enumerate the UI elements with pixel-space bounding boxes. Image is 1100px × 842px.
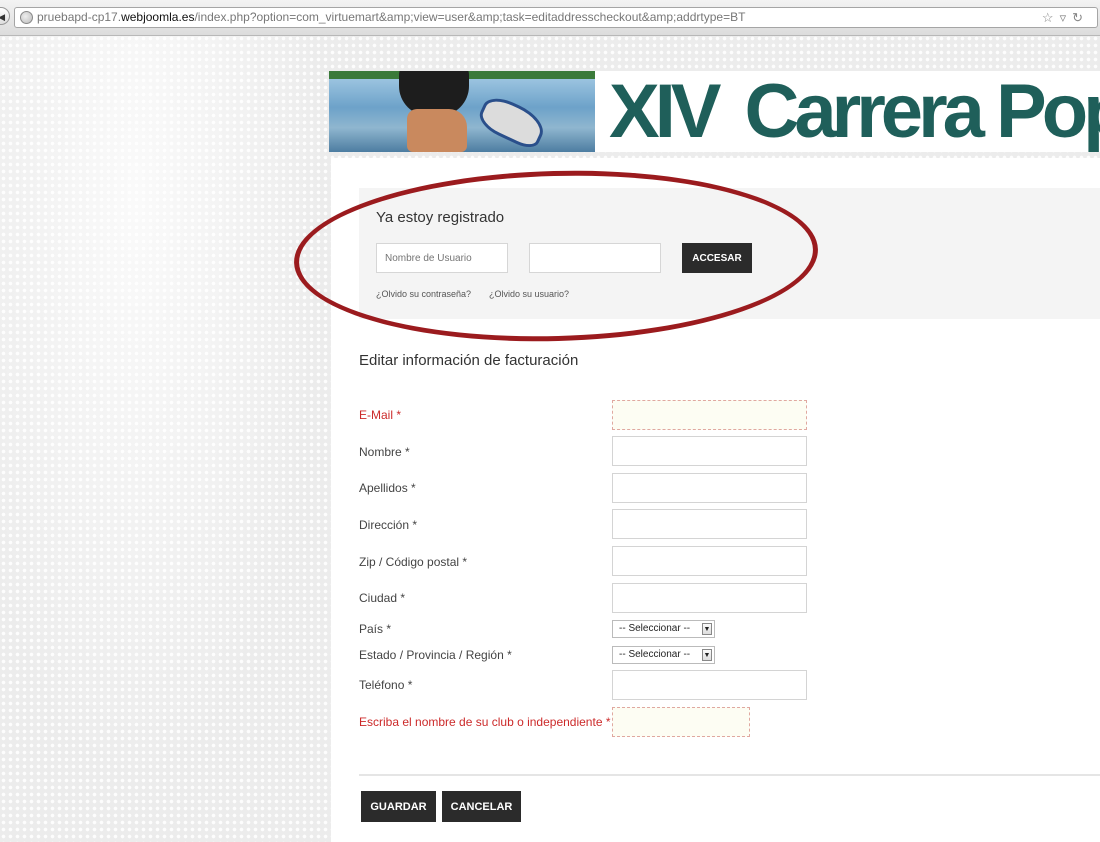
ciudad-field[interactable] xyxy=(612,583,807,613)
cancel-button[interactable]: CANCELAR xyxy=(442,791,521,822)
apellidos-field[interactable] xyxy=(612,473,807,503)
ciudad-label: Ciudad * xyxy=(359,591,406,605)
direccion-label: Dirección * xyxy=(359,518,418,532)
zip-label: Zip / Código postal * xyxy=(359,555,468,569)
billing-form-heading: Editar información de facturación xyxy=(359,352,579,369)
login-box: Ya estoy registrado ACCESAR ¿Olvido su c… xyxy=(359,188,1100,319)
banner-title-text: Carrera Popu xyxy=(744,71,1100,152)
pais-select[interactable]: -- Seleccionar -- ▼ xyxy=(612,620,715,638)
forgot-password-link[interactable]: ¿Olvido su contraseña? xyxy=(376,289,471,299)
url-host: webjoomla.es xyxy=(121,10,195,24)
url-actions: ☆▿↻ xyxy=(1042,8,1089,27)
estado-label: Estado / Provincia / Región * xyxy=(359,648,512,662)
nombre-field[interactable] xyxy=(612,436,807,466)
pais-select-value: -- Seleccionar -- xyxy=(619,623,691,634)
background-glow xyxy=(0,30,340,842)
chevron-down-icon: ▼ xyxy=(702,649,712,661)
dropdown-icon[interactable]: ▿ xyxy=(1060,10,1073,25)
zip-field[interactable] xyxy=(612,546,807,576)
estado-select[interactable]: -- Seleccionar -- ▼ xyxy=(612,646,715,664)
url-path: /index.php?option=com_virtuemart&amp;vie… xyxy=(194,10,746,24)
url-prefix: pruebapd-cp17. xyxy=(37,10,122,24)
form-divider xyxy=(359,774,1100,776)
direccion-field[interactable] xyxy=(612,509,807,539)
login-title: Ya estoy registrado xyxy=(376,209,505,226)
pais-label: País * xyxy=(359,622,392,636)
email-field[interactable] xyxy=(612,400,807,430)
banner-title-roman: XIV xyxy=(609,71,721,152)
url-field[interactable]: pruebapd-cp17.webjoomla.es/index.php?opt… xyxy=(14,7,1098,28)
telefono-field[interactable] xyxy=(612,670,807,700)
main-content: Ya estoy registrado ACCESAR ¿Olvido su c… xyxy=(331,158,1100,842)
runner-leg xyxy=(407,109,467,152)
reload-icon[interactable]: ↻ xyxy=(1072,10,1089,25)
forgot-username-link[interactable]: ¿Olvido su usuario? xyxy=(489,289,569,299)
club-label: Escriba el nombre de su club o independi… xyxy=(359,715,611,729)
star-icon[interactable]: ☆ xyxy=(1042,10,1060,25)
browser-address-bar: ◀ pruebapd-cp17.webjoomla.es/index.php?o… xyxy=(0,0,1100,36)
apellidos-label: Apellidos * xyxy=(359,481,416,495)
email-label: E-Mail * xyxy=(359,408,402,422)
username-input[interactable] xyxy=(376,243,508,273)
estado-select-value: -- Seleccionar -- xyxy=(619,649,691,660)
login-button[interactable]: ACCESAR xyxy=(682,243,752,273)
chevron-down-icon: ▼ xyxy=(702,623,712,635)
globe-icon xyxy=(20,11,33,24)
password-input[interactable] xyxy=(529,243,661,273)
banner-title: XIV Carrera Popu xyxy=(609,71,1100,152)
club-field[interactable] xyxy=(612,707,750,737)
banner-runner-image xyxy=(329,71,595,152)
telefono-label: Teléfono * xyxy=(359,678,413,692)
site-banner: XIV Carrera Popu xyxy=(329,71,1100,152)
runner-shoe xyxy=(474,91,550,152)
nombre-label: Nombre * xyxy=(359,445,410,459)
save-button[interactable]: GUARDAR xyxy=(361,791,436,822)
back-icon[interactable]: ◀ xyxy=(0,7,10,25)
